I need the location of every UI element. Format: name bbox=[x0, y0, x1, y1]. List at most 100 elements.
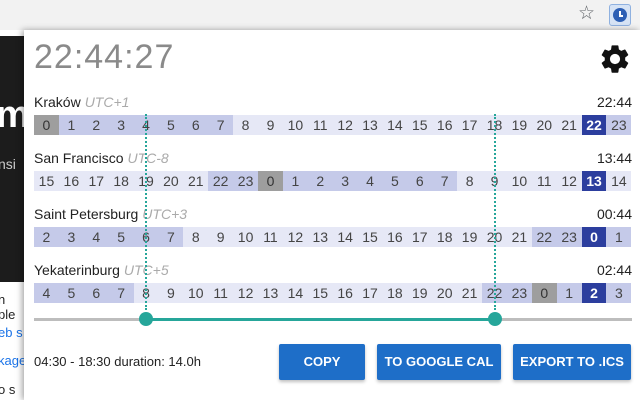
copy-button[interactable]: COPY bbox=[279, 344, 365, 380]
hour-cell[interactable]: 16 bbox=[332, 283, 358, 303]
hour-cell[interactable]: 0 bbox=[531, 283, 557, 303]
hour-cell[interactable]: 16 bbox=[382, 227, 408, 247]
hour-cell[interactable]: 20 bbox=[531, 115, 557, 135]
hour-cell[interactable]: 9 bbox=[258, 115, 283, 135]
hour-cell[interactable]: 23 bbox=[606, 115, 632, 135]
hour-cell[interactable]: 18 bbox=[432, 227, 458, 247]
hour-cell[interactable]: 2 bbox=[307, 171, 333, 191]
hour-cell[interactable]: 5 bbox=[58, 283, 84, 303]
star-icon[interactable]: ☆ bbox=[578, 4, 595, 24]
hour-cell[interactable]: 6 bbox=[183, 115, 209, 135]
hour-cell[interactable]: 23 bbox=[556, 227, 582, 247]
hour-cell[interactable]: 2 bbox=[83, 115, 109, 135]
hour-cell[interactable]: 1 bbox=[282, 171, 308, 191]
hour-cell[interactable]: 14 bbox=[332, 227, 358, 247]
hour-cell[interactable]: 10 bbox=[506, 171, 532, 191]
hour-cell[interactable]: 22 bbox=[531, 227, 557, 247]
hour-cell[interactable]: 18 bbox=[382, 283, 408, 303]
hour-cell[interactable]: 8 bbox=[233, 115, 259, 135]
hour-cell[interactable]: 11 bbox=[531, 171, 557, 191]
hour-cell[interactable]: 5 bbox=[158, 115, 184, 135]
hour-cell[interactable]: 19 bbox=[407, 283, 433, 303]
hour-cell[interactable]: 15 bbox=[34, 171, 59, 191]
hour-cell[interactable]: 0 bbox=[34, 115, 59, 135]
export-ics-button[interactable]: EXPORT TO .ICS bbox=[513, 344, 631, 380]
hour-cell[interactable]: 5 bbox=[382, 171, 408, 191]
hour-cell[interactable]: 10 bbox=[183, 283, 209, 303]
hour-cell[interactable]: 20 bbox=[432, 283, 458, 303]
browser-toolbar: ☆ bbox=[0, 0, 640, 31]
hour-cell[interactable]: 4 bbox=[83, 227, 109, 247]
hour-cell[interactable]: 10 bbox=[282, 115, 308, 135]
hour-cell[interactable]: 23 bbox=[506, 283, 532, 303]
hour-cell[interactable]: 3 bbox=[332, 171, 358, 191]
hour-cell[interactable]: 17 bbox=[457, 115, 483, 135]
hour-cell[interactable]: 10 bbox=[233, 227, 259, 247]
hour-cell[interactable]: 9 bbox=[208, 227, 234, 247]
hour-cell[interactable]: 14 bbox=[606, 171, 632, 191]
hour-cell[interactable]: 19 bbox=[506, 115, 532, 135]
hour-cell[interactable]: 12 bbox=[233, 283, 259, 303]
hour-cell[interactable]: 15 bbox=[357, 227, 383, 247]
hour-cell[interactable]: 4 bbox=[357, 171, 383, 191]
hour-cell[interactable]: 14 bbox=[382, 115, 408, 135]
hour-cell[interactable]: 15 bbox=[307, 283, 333, 303]
background-link[interactable]: kage bbox=[0, 353, 24, 368]
hour-cell[interactable]: 0 bbox=[258, 171, 283, 191]
hour-cell[interactable]: 14 bbox=[282, 283, 308, 303]
hour-cell[interactable]: 19 bbox=[457, 227, 483, 247]
hour-cell[interactable]: 12 bbox=[282, 227, 308, 247]
hour-cell[interactable]: 20 bbox=[158, 171, 184, 191]
hour-cell[interactable]: 5 bbox=[108, 227, 134, 247]
hour-cell[interactable]: 1 bbox=[58, 115, 84, 135]
hour-cell[interactable]: 13 bbox=[258, 283, 283, 303]
hour-cell[interactable]: 0 bbox=[581, 227, 607, 247]
hour-cell[interactable]: 18 bbox=[108, 171, 134, 191]
hour-cell[interactable]: 17 bbox=[357, 283, 383, 303]
hour-cell[interactable]: 21 bbox=[556, 115, 582, 135]
hour-cell[interactable]: 11 bbox=[208, 283, 234, 303]
hour-cell[interactable]: 17 bbox=[83, 171, 109, 191]
hour-cell[interactable]: 13 bbox=[307, 227, 333, 247]
hour-cell[interactable]: 23 bbox=[233, 171, 259, 191]
hour-cell[interactable]: 11 bbox=[307, 115, 333, 135]
timezone-header: Saint Petersburg UTC+3 00:44 bbox=[34, 206, 632, 224]
range-start-handle[interactable] bbox=[139, 312, 154, 326]
hour-cell[interactable]: 7 bbox=[108, 283, 134, 303]
hour-cell[interactable]: 8 bbox=[183, 227, 209, 247]
hour-cell[interactable]: 6 bbox=[407, 171, 433, 191]
hour-cell[interactable]: 16 bbox=[432, 115, 458, 135]
hour-cell[interactable]: 22 bbox=[208, 171, 234, 191]
hour-cell[interactable]: 1 bbox=[556, 283, 582, 303]
hour-cell[interactable]: 16 bbox=[58, 171, 84, 191]
hour-cell[interactable]: 12 bbox=[556, 171, 582, 191]
hour-cell[interactable]: 6 bbox=[83, 283, 109, 303]
hour-cell[interactable]: 21 bbox=[506, 227, 532, 247]
hour-cell[interactable]: 7 bbox=[432, 171, 458, 191]
hour-cell[interactable]: 2 bbox=[34, 227, 59, 247]
range-end-handle[interactable] bbox=[487, 312, 502, 326]
google-calendar-button[interactable]: TO GOOGLE CAL bbox=[377, 344, 501, 380]
background-link[interactable]: eb s bbox=[0, 325, 23, 340]
hour-cell[interactable]: 13 bbox=[581, 171, 607, 191]
hour-cell[interactable]: 21 bbox=[183, 171, 209, 191]
hour-cell[interactable]: 2 bbox=[581, 283, 607, 303]
hour-cell[interactable]: 12 bbox=[332, 115, 358, 135]
hour-cell[interactable]: 11 bbox=[258, 227, 283, 247]
hour-cell[interactable]: 22 bbox=[581, 115, 607, 135]
hour-cell[interactable]: 21 bbox=[457, 283, 483, 303]
hour-cell[interactable]: 3 bbox=[58, 227, 84, 247]
hour-cell[interactable]: 9 bbox=[158, 283, 184, 303]
clock-icon[interactable] bbox=[609, 4, 631, 26]
hour-cell[interactable]: 8 bbox=[457, 171, 483, 191]
hour-cell[interactable]: 15 bbox=[407, 115, 433, 135]
gear-icon[interactable] bbox=[598, 42, 632, 76]
hour-cell[interactable]: 13 bbox=[357, 115, 383, 135]
hour-cell[interactable]: 17 bbox=[407, 227, 433, 247]
hour-cell[interactable]: 7 bbox=[158, 227, 184, 247]
hour-cell[interactable]: 3 bbox=[606, 283, 632, 303]
hour-cell[interactable]: 3 bbox=[108, 115, 134, 135]
hour-cell[interactable]: 1 bbox=[606, 227, 632, 247]
hour-cell[interactable]: 7 bbox=[208, 115, 234, 135]
hour-cell[interactable]: 4 bbox=[34, 283, 59, 303]
